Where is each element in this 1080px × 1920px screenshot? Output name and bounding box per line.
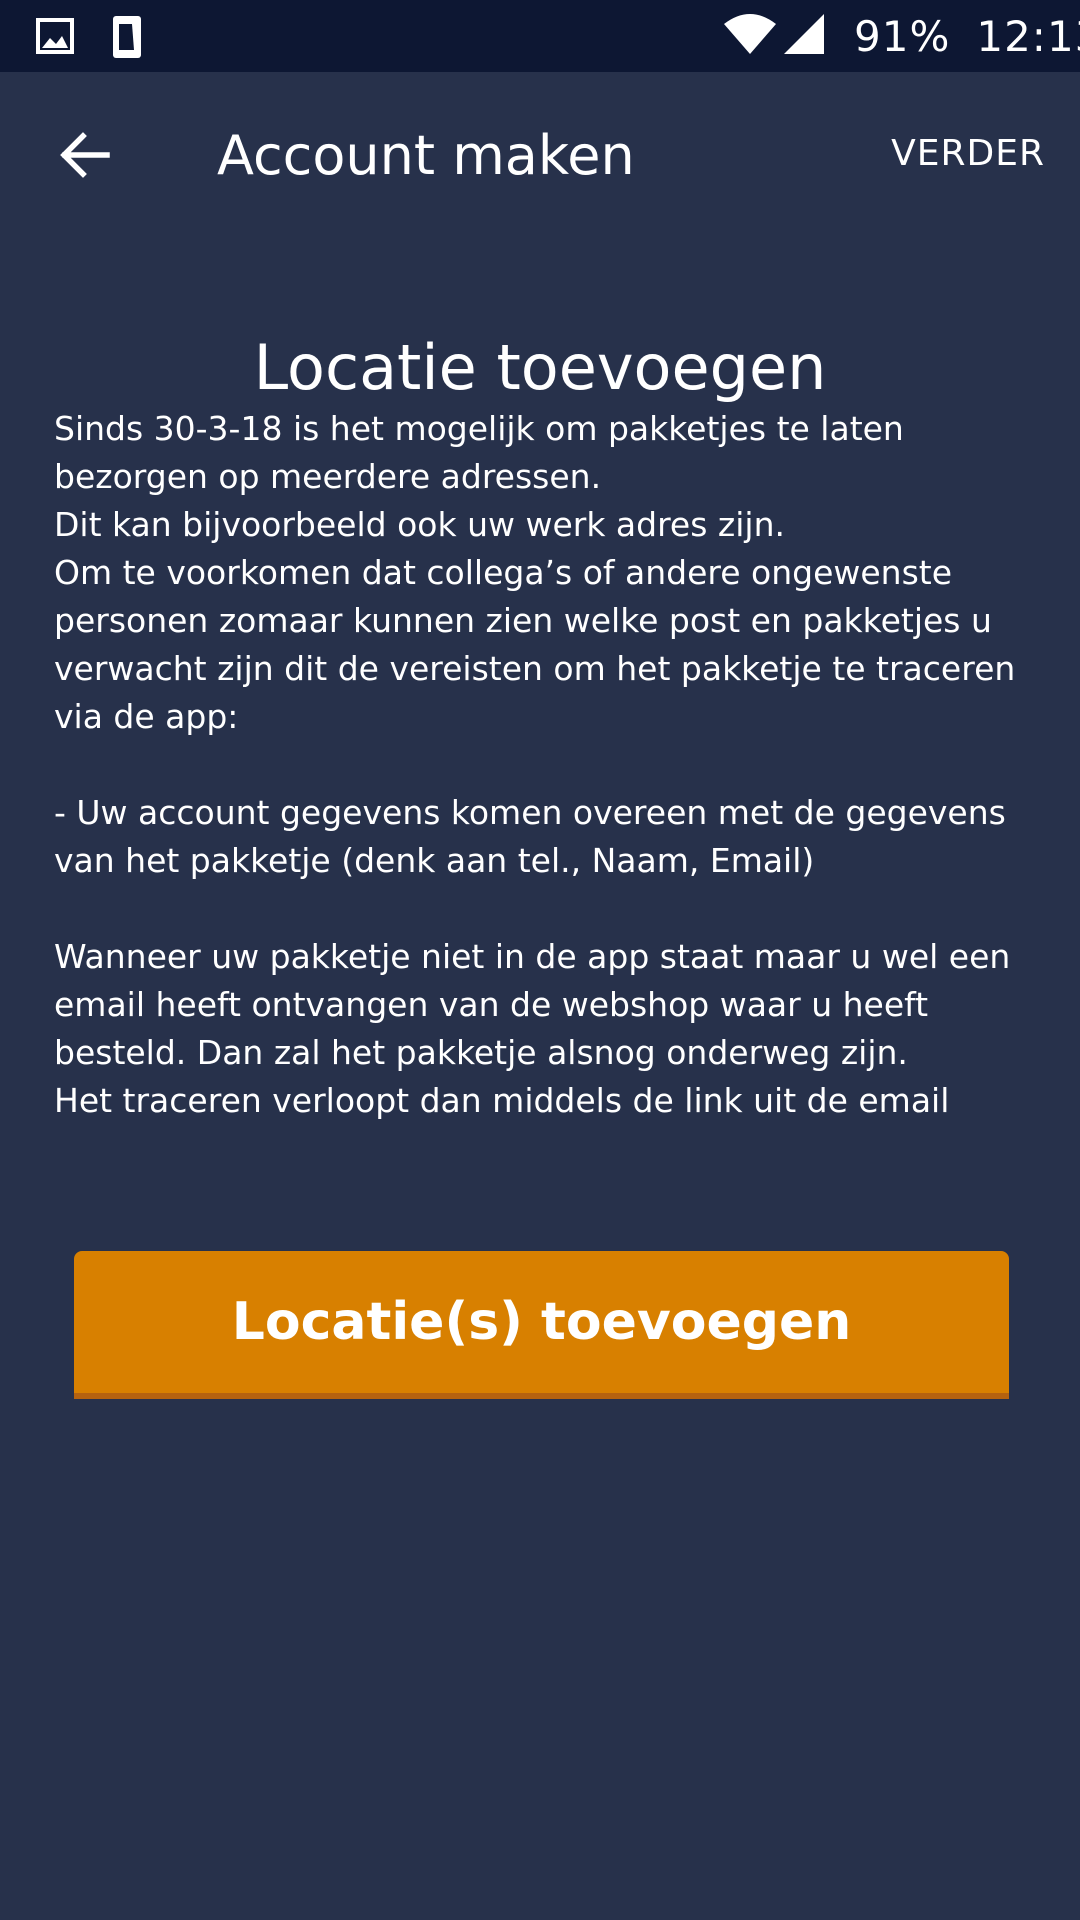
info-line: - Uw account gegevens komen overeen met … [54, 793, 1006, 832]
info-line: email heeft ontvangen van de webshop waa… [54, 985, 929, 1024]
phone-icon [110, 14, 144, 64]
info-line: verwacht zijn dit de vereisten om het pa… [54, 649, 1016, 688]
arrow-left-icon [59, 132, 111, 182]
info-line: via de app: [54, 697, 239, 736]
info-line: Wanneer uw pakketje niet in de app staat… [54, 937, 1011, 976]
wifi-icon [722, 12, 778, 60]
add-locations-button[interactable]: Locatie(s) toevoegen [74, 1251, 1009, 1393]
gallery-icon [36, 14, 74, 62]
info-text: Sinds 30-3-18 is het mogelijk om pakketj… [54, 405, 1054, 1125]
status-bar: 91% 12:13 [0, 0, 1080, 72]
app-bar: Account maken VERDER [0, 72, 1080, 242]
info-line: bezorgen op meerdere adressen. [54, 457, 602, 496]
info-line: besteld. Dan zal het pakketje alsnog ond… [54, 1033, 908, 1072]
signal-icon [782, 12, 826, 60]
battery-percentage: 91% [854, 11, 951, 61]
back-button[interactable] [40, 122, 130, 192]
info-line: personen zomaar kunnen zien welke post e… [54, 601, 992, 640]
app-title: Account maken [217, 124, 635, 187]
info-line: Om te voorkomen dat collega’s of andere … [54, 553, 953, 592]
clock: 12:13 [976, 11, 1080, 61]
section-title: Locatie toevoegen [253, 330, 827, 404]
info-line: Dit kan bijvoorbeeld ook uw werk adres z… [54, 505, 785, 544]
info-line: Sinds 30-3-18 is het mogelijk om pakketj… [54, 409, 904, 448]
info-line: Het traceren verloopt dan middels de lin… [54, 1081, 950, 1120]
next-button[interactable]: VERDER [891, 132, 1045, 176]
info-line: van het pakketje (denk aan tel., Naam, E… [54, 841, 815, 880]
